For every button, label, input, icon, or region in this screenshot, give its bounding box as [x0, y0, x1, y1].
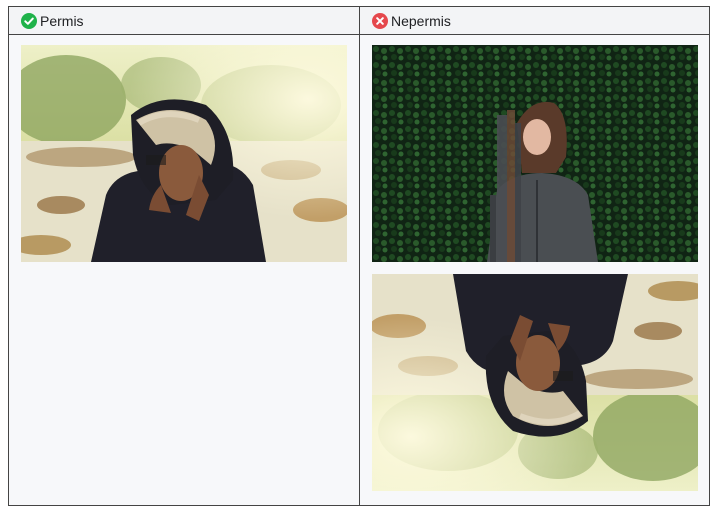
allowed-column: Permis	[9, 7, 359, 505]
upside-down-woman-in-fur-hood-photo	[372, 274, 698, 491]
comparison-table: Permis Nepermis	[8, 6, 710, 506]
woman-in-fur-hood-photo	[21, 45, 347, 262]
allowed-label: Permis	[40, 12, 84, 29]
disallowed-label: Nepermis	[391, 12, 451, 29]
distorted-woman-in-front-of-ivy-photo	[372, 45, 698, 262]
disallowed-column: Nepermis	[360, 7, 709, 505]
check-circle-icon	[21, 12, 37, 29]
disallowed-header: Nepermis	[360, 7, 709, 35]
allowed-header: Permis	[9, 7, 359, 35]
x-circle-icon	[372, 12, 388, 29]
